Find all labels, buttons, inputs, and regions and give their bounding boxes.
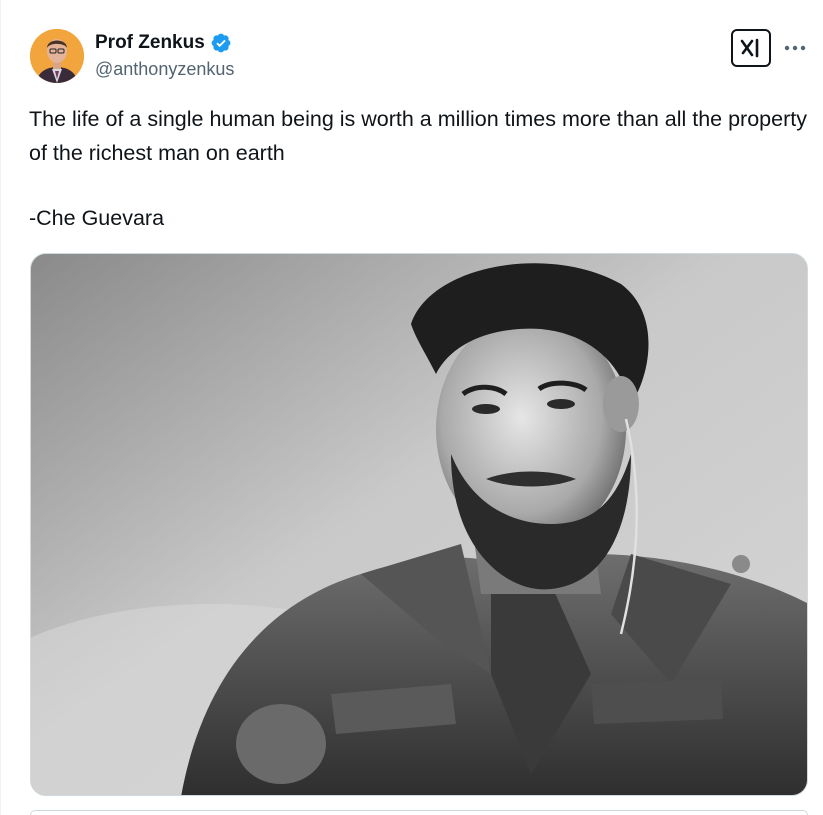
verified-badge-icon — [211, 33, 231, 53]
author-name-row[interactable]: Prof Zenkus — [95, 31, 232, 55]
author-handle[interactable]: @anthonyzenkus — [95, 59, 234, 80]
author-display-name[interactable]: Prof Zenkus — [95, 32, 205, 54]
tweet-text: The life of a single human being is wort… — [29, 102, 814, 235]
grok-icon — [740, 38, 759, 58]
tweet-attribution: -Che Guevara — [29, 206, 165, 230]
avatar[interactable] — [30, 29, 84, 83]
next-card-edge — [30, 810, 808, 815]
tweet-card: Prof Zenkus @anthonyzenkus The life of a… — [0, 0, 823, 815]
grok-button[interactable] — [731, 29, 771, 67]
portrait-photo — [31, 254, 807, 795]
avatar-image — [30, 29, 84, 83]
more-options-icon — [784, 45, 806, 51]
more-options-button[interactable] — [781, 36, 809, 60]
tweet-quote: The life of a single human being is wort… — [29, 107, 807, 165]
tweet-photo[interactable] — [30, 253, 808, 796]
